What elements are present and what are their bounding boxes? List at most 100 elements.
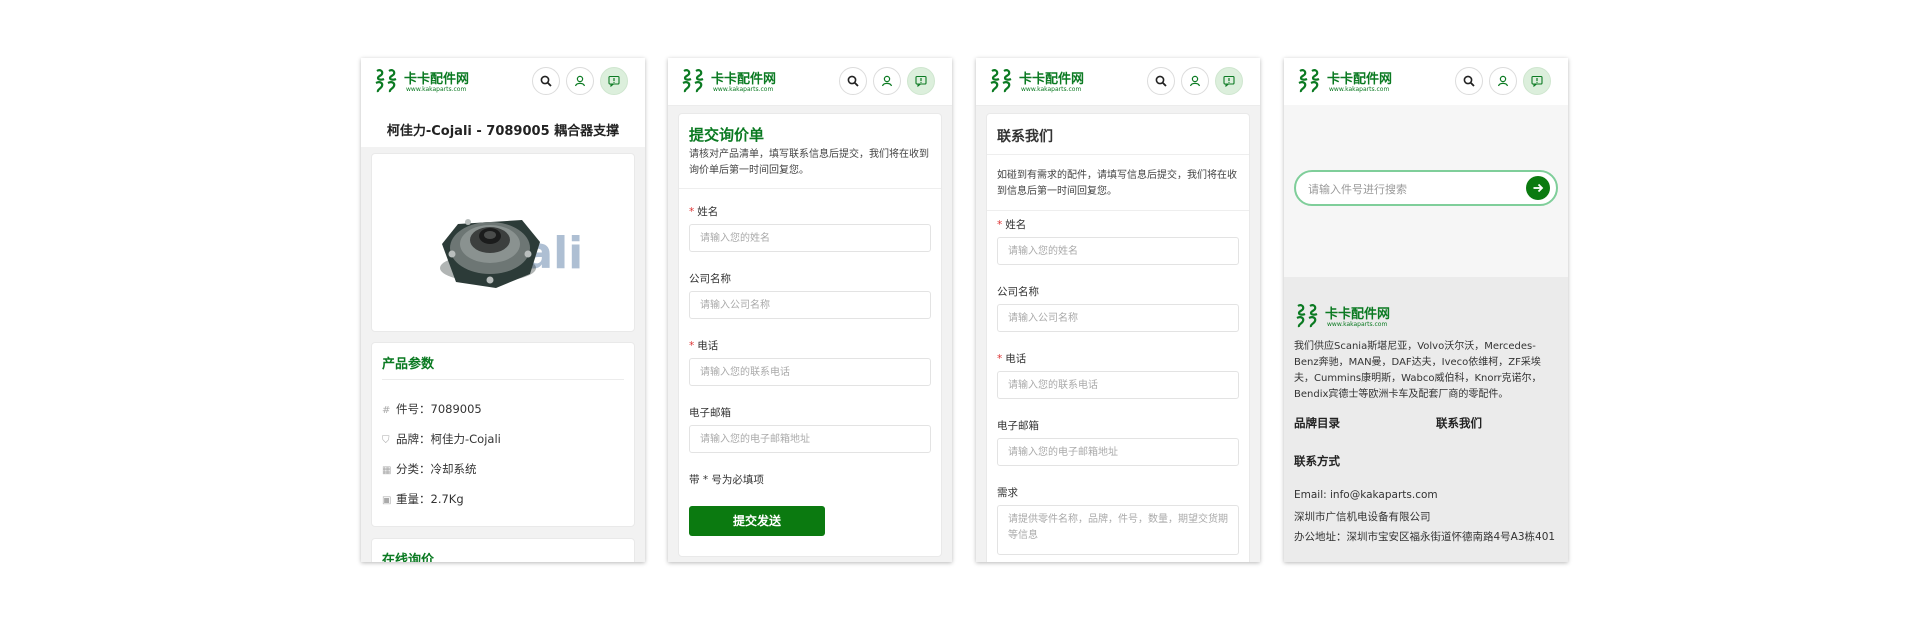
email-input[interactable]: 请输入您的电子邮箱地址 (997, 438, 1239, 466)
param-row-category: ▦ 分类：冷却系统 (382, 461, 477, 477)
footer-link-contact[interactable]: 联系我们 (1436, 415, 1482, 431)
logo-mark-icon (375, 69, 397, 93)
demand-textarea[interactable]: 请提供零件名称，品牌，件号，数量，期望交货期等信息 (997, 505, 1239, 555)
stage: 卡卡配件网 www.kakaparts.com 柯佳力-Cojali - 708… (0, 0, 1920, 620)
message-button[interactable] (600, 67, 628, 95)
company-label: 公司名称 (997, 286, 1039, 298)
form-description: 如碰到有需求的配件，请填写信息后提交，我们将在收到信息后第一时间回复您。 (997, 170, 1237, 197)
submit-button[interactable]: 提交发送 (689, 506, 825, 536)
logo-title: 卡卡配件网 (1325, 307, 1391, 322)
arrow-right-icon (1533, 183, 1544, 193)
param-text: 分类：冷却系统 (396, 462, 477, 476)
contact-form: 联系我们 如碰到有需求的配件，请填写信息后提交，我们将在收到信息后第一时间回复您… (986, 113, 1250, 562)
search-icon (1155, 75, 1167, 87)
logo-title: 卡卡配件网 (1019, 72, 1085, 87)
name-label: * 姓名 (997, 217, 1026, 232)
footer-email[interactable]: Email: info@kakaparts.com (1294, 489, 1438, 501)
phone-input[interactable]: 请输入您的联系电话 (689, 358, 931, 386)
logo-mark-icon (1298, 69, 1320, 93)
logo-title: 卡卡配件网 (1327, 72, 1393, 87)
inquiry-page-frame: 卡卡配件网 www.kakaparts.com 提交询价单 请核对产品清单，填写… (668, 58, 952, 562)
message-icon (1531, 75, 1543, 87)
params-title: 产品参数 (382, 357, 435, 372)
footer-logo[interactable]: 卡卡配件网 www.kakaparts.com (1294, 301, 1414, 331)
required-mark: * (689, 206, 695, 218)
required-mark: * (997, 219, 1003, 231)
site-logo[interactable]: 卡卡配件网 www.kakaparts.com (373, 66, 483, 96)
user-icon (881, 75, 893, 87)
required-note: 带 * 号为必填项 (689, 474, 764, 486)
label-text: 电话 (697, 340, 719, 352)
logo-title: 卡卡配件网 (404, 72, 470, 87)
message-button[interactable] (1215, 67, 1243, 95)
logo-title: 卡卡配件网 (711, 72, 777, 87)
header: 卡卡配件网 www.kakaparts.com (361, 58, 645, 106)
weight-icon: ▣ (382, 495, 392, 506)
required-mark: * (689, 340, 695, 352)
user-button[interactable] (1181, 67, 1209, 95)
search-icon (1463, 75, 1475, 87)
inquiry-title: 在线询价 (382, 553, 435, 562)
logo-mark-icon (1296, 304, 1318, 328)
search-submit-button[interactable] (1526, 176, 1550, 200)
logo-mark-icon (682, 69, 704, 93)
footer-contact-title: 联系方式 (1294, 454, 1340, 468)
param-row-brand: ⛉ 品牌：柯佳力-Cojali (382, 431, 501, 447)
form-title: 联系我们 (997, 129, 1053, 145)
logo-url: www.kakaparts.com (406, 86, 467, 93)
message-icon (1223, 75, 1235, 87)
email-label: 电子邮箱 (689, 407, 731, 419)
divider (987, 154, 1249, 155)
company-label: 公司名称 (689, 273, 731, 285)
search-button[interactable] (1455, 67, 1483, 95)
product-params-card: 产品参数 # 件号：7089005 ⛉ 品牌：柯佳力-Cojali ▦ 分类：冷却系统… (371, 342, 635, 527)
label-text: 电话 (1005, 353, 1027, 365)
user-button[interactable] (1489, 67, 1517, 95)
divider (382, 379, 624, 380)
user-icon (574, 75, 586, 87)
site-logo[interactable]: 卡卡配件网 www.kakaparts.com (988, 66, 1098, 96)
online-inquiry-card: 在线询价 (371, 538, 635, 562)
phone-input[interactable]: 请输入您的联系电话 (997, 371, 1239, 399)
product-image[interactable]: cojali (402, 182, 606, 304)
search-input[interactable]: 请输入件号进行搜索 (1308, 181, 1407, 197)
param-row-part-number: # 件号：7089005 (382, 401, 482, 417)
product-title: 柯佳力-Cojali - 7089005 耦合器支撑 (386, 124, 620, 139)
demand-label: 需求 (997, 487, 1018, 499)
name-label: * 姓名 (689, 204, 718, 219)
message-button[interactable] (907, 67, 935, 95)
product-image-card: cojali (371, 153, 635, 332)
search-button[interactable] (839, 67, 867, 95)
user-button[interactable] (873, 67, 901, 95)
logo-url: www.kakaparts.com (713, 86, 774, 93)
search-icon (540, 75, 552, 87)
search-button[interactable] (532, 67, 560, 95)
param-text: 件号：7089005 (396, 402, 482, 416)
phone-label: * 电话 (689, 338, 718, 353)
form-title: 提交询价单 (689, 126, 765, 144)
footer-address: 办公地址：深圳市宝安区福永街道怀德南路4号A3栋401 (1294, 531, 1556, 543)
email-label: 电子邮箱 (997, 420, 1039, 432)
email-input[interactable]: 请输入您的电子邮箱地址 (689, 425, 931, 453)
logo-url: www.kakaparts.com (1329, 86, 1390, 93)
footer-link-brands[interactable]: 品牌目录 (1294, 415, 1340, 431)
footer-company: 深圳市广信机电设备有限公司 (1294, 511, 1431, 523)
site-logo[interactable]: 卡卡配件网 www.kakaparts.com (680, 66, 790, 96)
label-text: 姓名 (1005, 219, 1027, 231)
label-text: 姓名 (697, 206, 719, 218)
search-icon (847, 75, 859, 87)
contact-page-frame: 卡卡配件网 www.kakaparts.com 联系我们 如碰到有需求的配件，请… (976, 58, 1260, 562)
name-input[interactable]: 请输入您的姓名 (689, 224, 931, 252)
divider (679, 188, 941, 189)
site-logo[interactable]: 卡卡配件网 www.kakaparts.com (1296, 66, 1406, 96)
company-input[interactable]: 请输入公司名称 (997, 304, 1239, 332)
company-input[interactable]: 请输入公司名称 (689, 291, 931, 319)
name-input[interactable]: 请输入您的姓名 (997, 237, 1239, 265)
param-text: 重量：2.7Kg (396, 492, 464, 506)
logo-url: www.kakaparts.com (1021, 86, 1082, 93)
hash-icon: # (382, 405, 391, 416)
search-button[interactable] (1147, 67, 1175, 95)
user-button[interactable] (566, 67, 594, 95)
part-search-box[interactable]: 请输入件号进行搜索 (1294, 170, 1558, 206)
message-button[interactable] (1523, 67, 1551, 95)
